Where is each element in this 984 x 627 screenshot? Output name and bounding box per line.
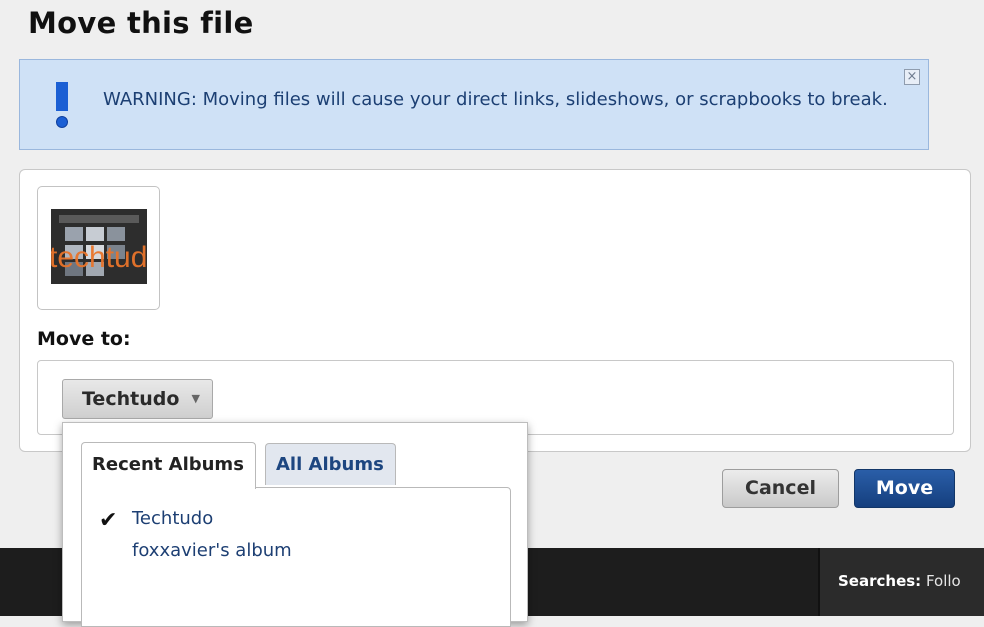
searches-label: Searches: [838, 572, 922, 590]
thumbnail-text: techtudo [51, 241, 147, 274]
move-to-label: Move to: [37, 328, 131, 350]
album-item-techtudo[interactable]: Techtudo [132, 508, 213, 529]
tab-all-albums[interactable]: All Albums [265, 443, 396, 485]
file-panel: techtudo Move to: Techtudo ▼ [19, 169, 971, 452]
cancel-button[interactable]: Cancel [722, 469, 839, 508]
checkmark-icon: ✔ [99, 508, 118, 533]
album-item-foxxaviers-album[interactable]: foxxavier's album [132, 540, 292, 561]
album-dropdown-button[interactable]: Techtudo ▼ [62, 379, 213, 419]
album-picker-popup: Recent Albums All Albums ✔ Techtudo foxx… [62, 422, 528, 627]
thumbnail-screenshot-graphic: techtudo [51, 209, 147, 284]
close-icon[interactable]: × [904, 69, 920, 85]
selected-album-label: Techtudo [82, 388, 180, 410]
searches-value: Follo [925, 572, 961, 590]
searches-text: Searches: Follo [838, 572, 961, 590]
chevron-down-icon: ▼ [191, 392, 200, 405]
dialog-title: Move this file [28, 6, 254, 40]
file-thumbnail[interactable]: techtudo [37, 186, 160, 310]
warning-banner: WARNING: Moving files will cause your di… [19, 59, 929, 150]
move-button[interactable]: Move [854, 469, 955, 508]
warning-text: WARNING: Moving files will cause your di… [103, 89, 888, 110]
album-list: ✔ Techtudo foxxavier's album [81, 487, 511, 627]
tab-recent-albums[interactable]: Recent Albums [81, 442, 256, 489]
thumbnail-image: techtudo [51, 209, 147, 284]
exclamation-icon [56, 82, 68, 128]
